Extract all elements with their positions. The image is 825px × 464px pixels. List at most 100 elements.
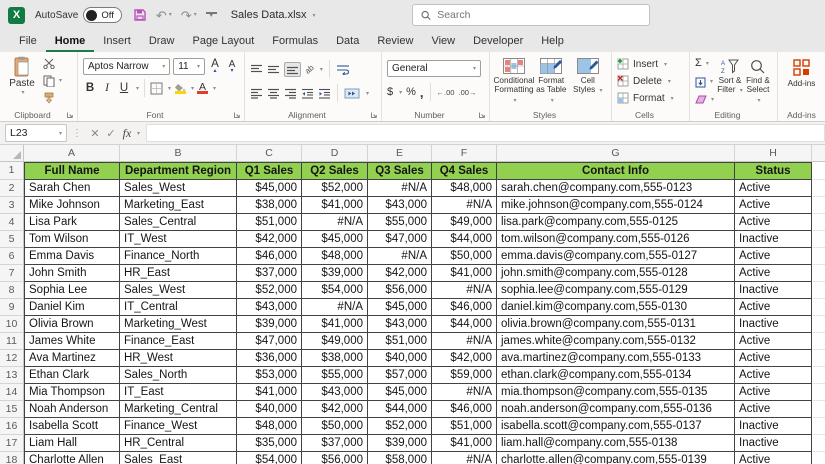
row-header-18[interactable]: 18	[0, 452, 24, 464]
cell-G12[interactable]: ava.martinez@company.com,555-0133	[497, 350, 735, 367]
cell-E10[interactable]: $43,000	[368, 316, 432, 333]
cell-E5[interactable]: $47,000	[368, 231, 432, 248]
cell-B3[interactable]: Marketing_East	[120, 197, 237, 214]
row-header-17[interactable]: 17	[0, 435, 24, 452]
cell-extra-18[interactable]	[812, 452, 825, 464]
alignment-dialog-launcher-icon[interactable]	[370, 111, 378, 119]
cell-D13[interactable]: $55,000	[302, 367, 368, 384]
format-as-table-button[interactable]: Format as Table ▾	[533, 56, 570, 108]
cell-D5[interactable]: $45,000	[302, 231, 368, 248]
cell-extra-14[interactable]	[812, 384, 825, 401]
cell-F6[interactable]: $50,000	[432, 248, 497, 265]
row-header-5[interactable]: 5	[0, 231, 24, 248]
cell-H7[interactable]: Active	[735, 265, 812, 282]
tab-help[interactable]: Help	[532, 31, 573, 52]
fill-button[interactable]: ▾	[695, 77, 714, 88]
number-dialog-launcher-icon[interactable]	[478, 111, 486, 119]
tab-developer[interactable]: Developer	[464, 31, 532, 52]
cell-E16[interactable]: $52,000	[368, 418, 432, 435]
redo-button[interactable]: ↷ ▾	[181, 9, 197, 22]
cell-A14[interactable]: Mia Thompson	[24, 384, 120, 401]
cell-C14[interactable]: $41,000	[237, 384, 302, 401]
tab-draw[interactable]: Draw	[140, 31, 184, 52]
cell-extra-8[interactable]	[812, 282, 825, 299]
cell-extra-16[interactable]	[812, 418, 825, 435]
cell-A10[interactable]: Olivia Brown	[24, 316, 120, 333]
currency-format-button[interactable]: $	[387, 86, 393, 98]
cell-H6[interactable]: Active	[735, 248, 812, 265]
row-header-13[interactable]: 13	[0, 367, 24, 384]
cell-H17[interactable]: Inactive	[735, 435, 812, 452]
cell-D10[interactable]: $41,000	[302, 316, 368, 333]
cell-D16[interactable]: $50,000	[302, 418, 368, 435]
cell-E12[interactable]: $40,000	[368, 350, 432, 367]
cell-A17[interactable]: Liam Hall	[24, 435, 120, 452]
cell-D17[interactable]: $37,000	[302, 435, 368, 452]
clipboard-dialog-launcher-icon[interactable]	[66, 111, 74, 119]
cell-extra-5[interactable]	[812, 231, 825, 248]
formula-input[interactable]	[146, 124, 825, 142]
fill-color-button[interactable]	[174, 83, 186, 94]
cell-extra-6[interactable]	[812, 248, 825, 265]
cell-F5[interactable]: $44,000	[432, 231, 497, 248]
cell-B16[interactable]: Finance_West	[120, 418, 237, 435]
cell-G6[interactable]: emma.davis@company.com,555-0127	[497, 248, 735, 265]
cell-C11[interactable]: $47,000	[237, 333, 302, 350]
cell-A6[interactable]: Emma Davis	[24, 248, 120, 265]
cell-E13[interactable]: $57,000	[368, 367, 432, 384]
cell-F9[interactable]: $46,000	[432, 299, 497, 316]
cell-F8[interactable]: #N/A	[432, 282, 497, 299]
find-select-button[interactable]: Find & Select ▾	[744, 56, 772, 108]
orientation-button[interactable]: ab	[303, 63, 316, 76]
cell-E15[interactable]: $44,000	[368, 401, 432, 418]
name-box[interactable]: L23 ▾	[5, 124, 67, 142]
cell-D9[interactable]: #N/A	[302, 299, 368, 316]
column-header-C[interactable]: C	[237, 145, 302, 162]
cell-A9[interactable]: Daniel Kim	[24, 299, 120, 316]
document-title[interactable]: Sales Data.xlsx ▾	[231, 9, 316, 21]
cell-B7[interactable]: HR_East	[120, 265, 237, 282]
cell-H15[interactable]: Active	[735, 401, 812, 418]
cell-D6[interactable]: $48,000	[302, 248, 368, 265]
cell-G3[interactable]: mike.johnson@company.com,555-0124	[497, 197, 735, 214]
cell-C16[interactable]: $48,000	[237, 418, 302, 435]
cell-F1[interactable]: Q4 Sales	[432, 162, 497, 180]
cell-extra-13[interactable]	[812, 367, 825, 384]
clear-button[interactable]: ▾	[695, 95, 714, 104]
addins-button[interactable]: Add-ins	[783, 56, 820, 88]
cell-F17[interactable]: $41,000	[432, 435, 497, 452]
search-box[interactable]	[412, 4, 650, 26]
cell-E17[interactable]: $39,000	[368, 435, 432, 452]
cell-E8[interactable]: $56,000	[368, 282, 432, 299]
tab-insert[interactable]: Insert	[94, 31, 140, 52]
cell-D14[interactable]: $43,000	[302, 384, 368, 401]
cell-C15[interactable]: $40,000	[237, 401, 302, 418]
delete-cells-button[interactable]: Delete ▾	[617, 75, 684, 87]
cell-extra-15[interactable]	[812, 401, 825, 418]
cell-F12[interactable]: $42,000	[432, 350, 497, 367]
cell-A11[interactable]: James White	[24, 333, 120, 350]
cell-F18[interactable]: #N/A	[432, 452, 497, 464]
cell-F14[interactable]: #N/A	[432, 384, 497, 401]
cell-D12[interactable]: $38,000	[302, 350, 368, 367]
cell-G7[interactable]: john.smith@company.com,555-0128	[497, 265, 735, 282]
cell-E14[interactable]: $45,000	[368, 384, 432, 401]
save-button[interactable]	[133, 8, 147, 22]
undo-button[interactable]: ↶ ▾	[156, 9, 172, 22]
cell-B10[interactable]: Marketing_West	[120, 316, 237, 333]
cancel-entry-button[interactable]: ✕	[87, 127, 103, 140]
cell-H14[interactable]: Active	[735, 384, 812, 401]
cell-E2[interactable]: #N/A	[368, 180, 432, 197]
customize-quick-access-button[interactable]: ▾	[205, 11, 217, 19]
cell-C5[interactable]: $42,000	[237, 231, 302, 248]
decrease-decimal-button[interactable]: .00→	[458, 88, 476, 97]
cell-D15[interactable]: $42,000	[302, 401, 368, 418]
cell-F13[interactable]: $59,000	[432, 367, 497, 384]
cell-A3[interactable]: Mike Johnson	[24, 197, 120, 214]
cell-extra-2[interactable]	[812, 180, 825, 197]
cell-B11[interactable]: Finance_East	[120, 333, 237, 350]
italic-button[interactable]: I	[100, 82, 114, 94]
cell-D4[interactable]: #N/A	[302, 214, 368, 231]
font-size-combo[interactable]: 11 ▾	[173, 58, 205, 75]
cell-E9[interactable]: $45,000	[368, 299, 432, 316]
